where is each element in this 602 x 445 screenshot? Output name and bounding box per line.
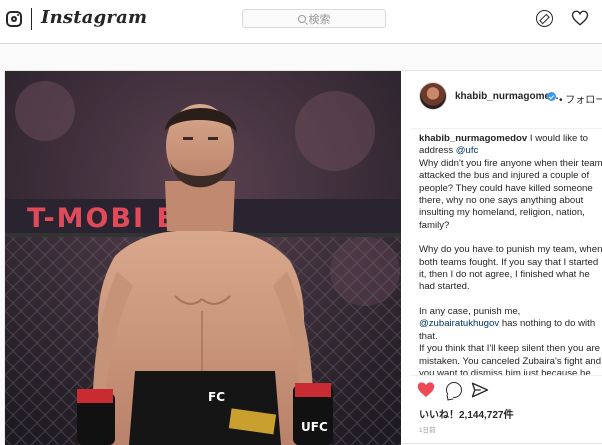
post-actions: いいね！2,144,727件 1日前 [411,375,602,445]
share-icon[interactable] [471,381,489,399]
post-timestamp: 1日前 [419,427,436,434]
caption-text: Why didn't you fire anyone when their te… [419,157,602,231]
avatar[interactable] [419,82,447,110]
post-header: khabib_nurmagome... • フォロー [411,71,602,129]
search-placeholder: 検索 [308,13,331,26]
shorts-brand: FC [208,390,225,404]
heart-icon[interactable] [571,9,589,27]
follow-button[interactable]: • フォロー [559,91,602,106]
caption-paragraph: Why do you have to punish my team, when … [419,244,602,293]
glove-brand: UFC [301,420,328,434]
post-card: T-MOBI ENA UFC FC khabib_nurmagome... • … [4,70,602,445]
logo-divider [31,8,32,30]
post-author-username[interactable]: khabib_nurmagome... [455,91,558,102]
instagram-camera-icon[interactable] [6,11,22,27]
post-sidebar: khabib_nurmagome... • フォロー khabib_nurmag… [411,71,602,445]
fighter-photo: T-MOBI ENA UFC FC [5,71,401,445]
caption-paragraph: khabib_nurmagomedov I would like to addr… [419,133,602,232]
post-caption: khabib_nurmagomedov I would like to addr… [419,133,602,375]
post-photo[interactable]: T-MOBI ENA UFC FC [5,71,401,445]
caption-username[interactable]: khabib_nurmagomedov [419,133,527,144]
caption-paragraph: In any case, punish me, @zubairatukhugov… [419,306,602,343]
heart-filled-icon[interactable] [417,381,435,398]
compass-icon[interactable] [536,10,553,27]
search-input[interactable]: 検索 [242,9,386,28]
like-count[interactable]: いいね！2,144,727件 [419,406,514,421]
caption-paragraph: If you think that I'll keep silent then … [419,343,602,375]
verified-badge-icon [547,92,556,101]
top-nav-bar: Instagram 検索 [0,0,602,44]
caption-text: In any case, punish me, [419,305,521,317]
comment-icon[interactable] [446,382,462,398]
mention-link[interactable]: @ufc [456,145,479,156]
mention-link[interactable]: @zubairatukhugov [419,318,499,329]
instagram-wordmark[interactable]: Instagram [41,7,147,28]
search-icon [297,14,306,23]
